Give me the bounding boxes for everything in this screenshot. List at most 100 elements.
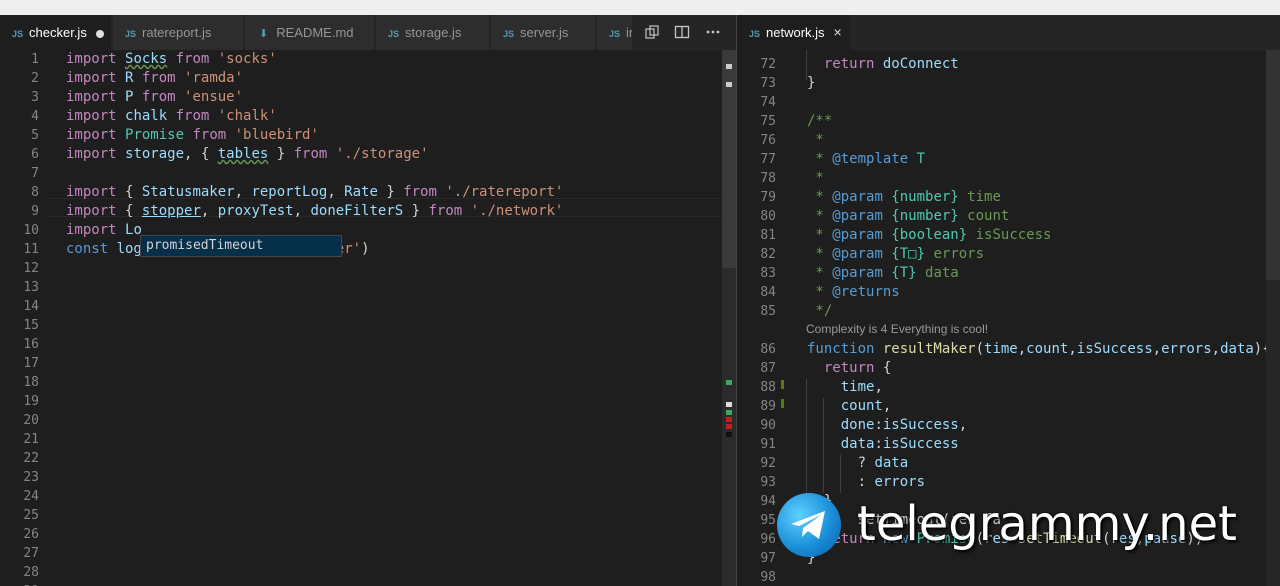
code-token: from (167, 108, 218, 124)
line-number: 16 (23, 337, 39, 352)
watermark-text: telegrammy.net (857, 496, 1237, 552)
code-token: @param (832, 246, 883, 262)
code-token: @template (832, 151, 909, 167)
cursor-marker (726, 64, 732, 69)
close-icon[interactable]: × (834, 24, 842, 40)
code-token: , (874, 379, 883, 395)
line-number: 74 (760, 95, 776, 110)
code-token: import (66, 127, 126, 143)
complexity-code-lens[interactable]: Complexity is 4 Everything is cool! (806, 320, 988, 339)
code-token: */ (807, 303, 833, 319)
telegram-logo-icon (777, 493, 841, 557)
suggestion-item[interactable]: promisedTimeout (141, 236, 341, 256)
code-token: isSuccess (882, 417, 959, 433)
code-token: const (66, 241, 117, 257)
tab-storage-js[interactable]: JS storage.js (376, 15, 490, 50)
code-token: : (874, 417, 883, 433)
line-number: 97 (760, 551, 776, 566)
code-token: count (807, 398, 883, 414)
scrollbar-thumb[interactable] (1266, 50, 1280, 280)
code-token: : (807, 474, 875, 490)
code-token: , { (184, 146, 218, 162)
code-line: import P from 'ensue' (66, 88, 243, 107)
code-token: , (327, 184, 345, 200)
code-line: done:isSuccess, (807, 416, 967, 435)
code-token: * (807, 227, 833, 243)
code-token: from (133, 89, 185, 105)
tab-server-js[interactable]: JS server.js (491, 15, 596, 50)
more-actions-icon[interactable] (705, 24, 721, 40)
code-line: function resultMaker(time,count,isSucces… (807, 340, 1271, 359)
line-number: 87 (760, 361, 776, 376)
line-number: 83 (760, 266, 776, 281)
code-line: import Promise from 'bluebird' (66, 126, 319, 145)
code-token: return (807, 56, 883, 72)
tab-readme-md[interactable]: ⬇ README.md (245, 15, 375, 50)
code-token: {number} (882, 189, 959, 205)
line-number: 76 (760, 133, 776, 148)
code-token: * (807, 208, 833, 224)
tab-ratereport-js[interactable]: JS ratereport.js (113, 15, 244, 50)
code-token: import (66, 146, 126, 162)
code-token: , (234, 184, 252, 200)
code-token: errors (1161, 341, 1212, 357)
js-icon: JS (609, 29, 621, 39)
line-number: 90 (760, 418, 776, 433)
code-token: import (66, 70, 126, 86)
line-number: 80 (760, 209, 776, 224)
code-line: */ (807, 302, 832, 321)
code-token: time (984, 341, 1018, 357)
code-token: storage (125, 146, 185, 162)
code-token: 'bluebird' (234, 127, 319, 143)
cursor-marker (726, 82, 732, 87)
line-number: 23 (23, 470, 39, 485)
code-token: { (125, 184, 142, 200)
code-line: import chalk from 'chalk' (66, 107, 277, 126)
code-token: count (1026, 341, 1069, 357)
code-token: done (807, 417, 875, 433)
line-number: 82 (760, 247, 776, 262)
code-token: reportLog (251, 184, 328, 200)
code-line: import { Statusmaker, reportLog, Rate } … (66, 183, 563, 202)
line-number: 25 (23, 508, 39, 523)
line-number: 98 (760, 570, 776, 585)
code-token: isSuccess (1076, 341, 1153, 357)
change-marker (726, 410, 732, 415)
code-token: { (882, 360, 892, 376)
code-token: data (1220, 341, 1254, 357)
right-vertical-scrollbar[interactable] (1266, 50, 1280, 586)
error-marker (726, 424, 732, 429)
code-line: /** (807, 112, 832, 131)
split-editor-icon[interactable] (674, 24, 690, 40)
line-number: 19 (23, 394, 39, 409)
js-icon: JS (388, 29, 400, 39)
tab-network-js[interactable]: JS network.js × (737, 15, 851, 50)
left-vertical-scrollbar[interactable] (722, 50, 736, 586)
tab-label: storage.js (405, 25, 462, 40)
code-line: import R from 'ramda' (66, 69, 243, 88)
tab-overflow[interactable]: JSin (597, 15, 637, 50)
line-number: 94 (760, 494, 776, 509)
line-number: 13 (23, 280, 39, 295)
line-number: 3 (31, 90, 39, 105)
code-token: * (807, 132, 824, 148)
code-token: * (807, 189, 833, 205)
line-number: 26 (23, 527, 39, 542)
code-line: count, (807, 397, 892, 416)
line-number: 77 (760, 152, 776, 167)
code-token: resultMaker (882, 341, 976, 357)
line-number: 4 (31, 109, 39, 124)
js-icon: JS (125, 29, 137, 39)
unsaved-dot-icon[interactable] (95, 29, 104, 38)
code-line: * (807, 169, 823, 188)
cursor-marker (726, 402, 732, 407)
code-token: data (874, 455, 909, 471)
tab-checker-js[interactable]: JS checker.js (0, 15, 112, 50)
open-changes-icon[interactable] (644, 24, 660, 40)
line-number: 20 (23, 413, 39, 428)
line-number: 95 (760, 513, 776, 528)
code-token: isSuccess (967, 227, 1052, 243)
code-line: * (807, 131, 824, 150)
code-token: isSuccess (882, 436, 959, 452)
left-code-editor[interactable]: 1 2 3 4 5 6 7 8 9 10 11 12 13 14 15 16 17 18 19 20 21 22 23 24 2… (0, 50, 736, 586)
